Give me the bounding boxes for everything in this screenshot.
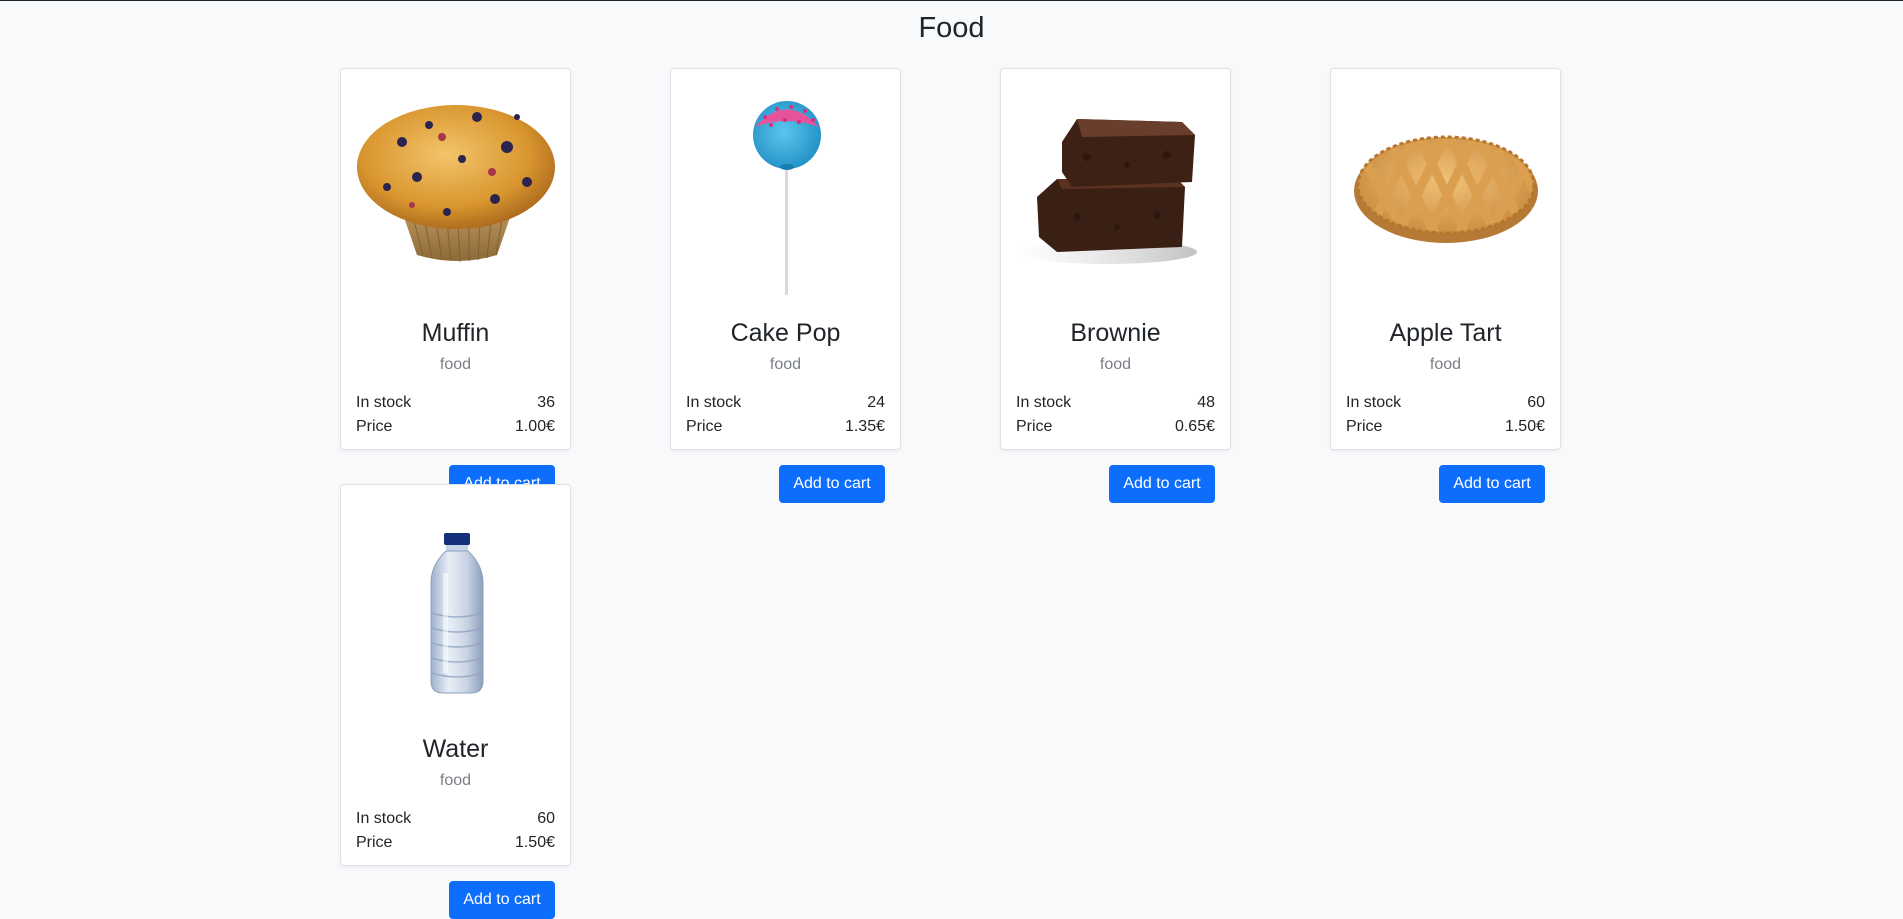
stock-value: 60 xyxy=(537,810,555,827)
product-category: food xyxy=(769,356,802,373)
stock-label: In stock xyxy=(686,394,742,411)
product-card-water: Water food In stock 60 Price 1.50€ Add t… xyxy=(340,484,571,919)
price-label: Price xyxy=(356,418,393,435)
stock-row: In stock 36 xyxy=(356,392,555,414)
product-card-apple-tart: Apple Tart food In stock 60 Price 1.50€ … xyxy=(1330,68,1561,503)
price-label: Price xyxy=(1346,418,1383,435)
cake-pop-image xyxy=(687,87,886,301)
price-row: Price 1.50€ xyxy=(1346,416,1545,438)
product-name: Brownie xyxy=(1070,319,1161,347)
top-border xyxy=(0,0,1903,1)
stock-row: In stock 60 xyxy=(1346,392,1545,414)
price-row: Price 1.00€ xyxy=(356,416,555,438)
stock-value: 48 xyxy=(1197,394,1215,411)
price-row: Price 1.50€ xyxy=(356,832,555,854)
product-name: Muffin xyxy=(421,319,490,347)
price-value: 1.00€ xyxy=(514,418,555,435)
product-category: food xyxy=(439,772,472,789)
stock-label: In stock xyxy=(356,394,412,411)
product-category: food xyxy=(1429,356,1462,373)
apple-tart-image xyxy=(1347,87,1546,301)
stock-label: In stock xyxy=(356,810,412,827)
price-value: 1.50€ xyxy=(514,834,555,851)
price-value: 1.35€ xyxy=(844,418,885,435)
price-label: Price xyxy=(356,834,393,851)
stock-row: In stock 48 xyxy=(1016,392,1215,414)
price-label: Price xyxy=(1016,418,1053,435)
product-name: Water xyxy=(422,735,489,763)
add-to-cart-button[interactable]: Add to cart xyxy=(779,465,885,503)
stock-value: 60 xyxy=(1527,394,1545,411)
water-bottle-image xyxy=(357,503,556,717)
product-card-muffin: Muffin food In stock 36 Price 1.00€ Add … xyxy=(340,68,571,503)
add-to-cart-button[interactable]: Add to cart xyxy=(449,881,555,919)
product-name: Apple Tart xyxy=(1389,319,1502,347)
price-row: Price 0.65€ xyxy=(1016,416,1215,438)
price-value: 1.50€ xyxy=(1504,418,1545,435)
add-to-cart-button[interactable]: Add to cart xyxy=(1439,465,1545,503)
stock-row: In stock 24 xyxy=(686,392,885,414)
stock-label: In stock xyxy=(1346,394,1402,411)
stock-value: 36 xyxy=(537,394,555,411)
product-category: food xyxy=(439,356,472,373)
product-name: Cake Pop xyxy=(730,319,841,347)
product-category: food xyxy=(1099,356,1132,373)
add-to-cart-button[interactable]: Add to cart xyxy=(1109,465,1215,503)
page-title: Food xyxy=(918,12,985,44)
brownie-image xyxy=(1017,87,1216,301)
price-row: Price 1.35€ xyxy=(686,416,885,438)
stock-row: In stock 60 xyxy=(356,808,555,830)
stock-value: 24 xyxy=(867,394,885,411)
stock-label: In stock xyxy=(1016,394,1072,411)
muffin-image xyxy=(357,87,556,301)
price-label: Price xyxy=(686,418,723,435)
product-card-cake-pop: Cake Pop food In stock 24 Price 1.35€ Ad… xyxy=(670,68,901,503)
product-card-brownie: Brownie food In stock 48 Price 0.65€ Add… xyxy=(1000,68,1231,503)
price-value: 0.65€ xyxy=(1174,418,1215,435)
